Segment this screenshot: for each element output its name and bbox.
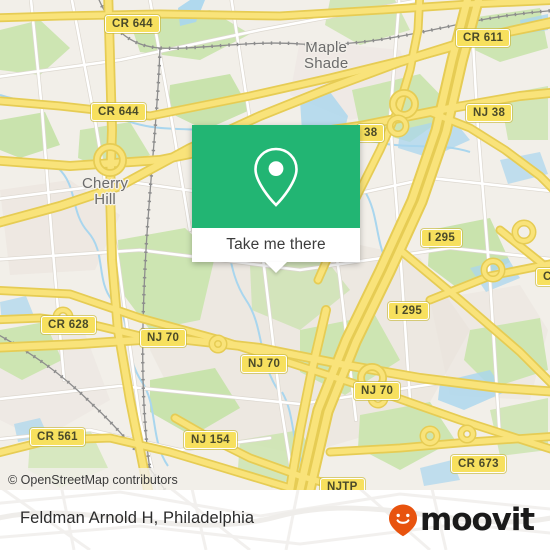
place-card[interactable]: Take me there bbox=[192, 125, 360, 273]
page-title: Feldman Arnold H, Philadelphia bbox=[20, 509, 255, 527]
map-canvas[interactable]: .park { fill:#cde5b2; } .wood { fill:#c9… bbox=[0, 0, 550, 490]
road-shield-i-295-mid[interactable]: I 295 bbox=[388, 302, 430, 320]
road-shield-nj-70-east[interactable]: NJ 70 bbox=[241, 355, 288, 373]
road-shield-cr-561[interactable]: CR 561 bbox=[30, 428, 85, 446]
osm-attribution[interactable]: © OpenStreetMap contributors bbox=[0, 468, 188, 490]
moovit-map-screenshot: .park { fill:#cde5b2; } .wood { fill:#c9… bbox=[0, 0, 550, 550]
moovit-logo[interactable]: moovit bbox=[387, 501, 535, 538]
road-shield-cr-611[interactable]: CR 611 bbox=[456, 29, 511, 47]
footer-bar: Feldman Arnold H, Philadelphia moovit bbox=[0, 490, 550, 550]
road-shield-nj-70-south[interactable]: NJ 70 bbox=[354, 382, 401, 400]
place-card-pointer bbox=[265, 262, 287, 273]
moovit-smiley-pin-icon bbox=[389, 504, 418, 537]
road-shield-route-38[interactable]: 38 bbox=[357, 124, 385, 142]
road-shield-nj-70-west[interactable]: NJ 70 bbox=[140, 329, 187, 347]
road-shield-i-295-north[interactable]: I 295 bbox=[421, 229, 463, 247]
place-card-image bbox=[192, 125, 360, 228]
moovit-wordmark: moovit bbox=[420, 501, 535, 538]
take-me-there-button[interactable]: Take me there bbox=[192, 228, 360, 262]
road-shield-cr-644-west[interactable]: CR 644 bbox=[91, 103, 146, 121]
road-shield-cr-edge[interactable]: C bbox=[536, 268, 550, 286]
location-pin-icon bbox=[254, 147, 298, 207]
road-shield-cr-673[interactable]: CR 673 bbox=[451, 455, 506, 473]
road-shield-cr-644-north[interactable]: CR 644 bbox=[105, 15, 160, 33]
road-shield-cr-628[interactable]: CR 628 bbox=[41, 316, 96, 334]
road-shield-nj-154[interactable]: NJ 154 bbox=[184, 431, 237, 449]
road-shield-nj-38-east[interactable]: NJ 38 bbox=[466, 104, 513, 122]
road-shield-njtp[interactable]: NJTP bbox=[320, 478, 365, 490]
